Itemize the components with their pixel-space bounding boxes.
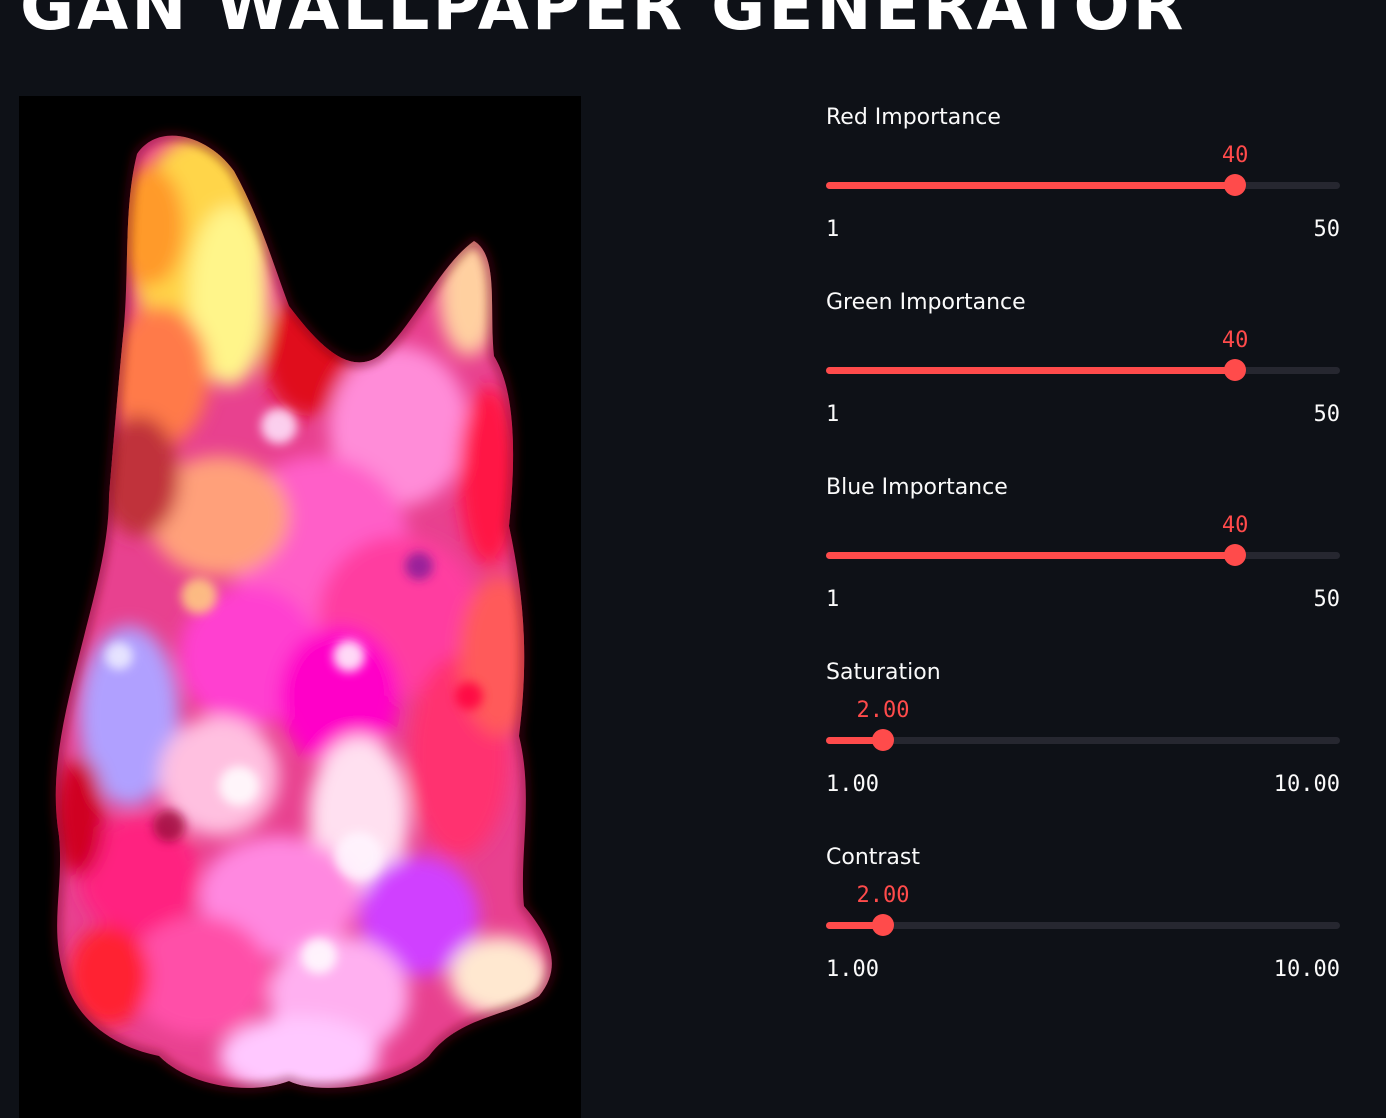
slider-max-label: 10.00	[1273, 957, 1340, 982]
slider-panel: Red Importance 40 1 50 Green Importance …	[826, 100, 1340, 1025]
saturation-slider[interactable]: Saturation 2.00 1.00 10.00	[826, 655, 1340, 840]
slider-current-value: 2.00	[856, 698, 910, 723]
slider-current-value: 2.00	[856, 883, 910, 908]
slider-label: Red Importance	[826, 105, 1001, 130]
green-importance-slider[interactable]: Green Importance 40 1 50	[826, 285, 1340, 470]
slider-max-label: 50	[1313, 587, 1341, 612]
slider-min-label: 1.00	[826, 957, 879, 982]
slider-min-label: 1.00	[826, 772, 879, 797]
slider-fill	[826, 182, 1236, 189]
slider-track[interactable]	[826, 182, 1340, 189]
slider-label: Saturation	[826, 660, 941, 685]
slider-current-value: 40	[1221, 328, 1249, 353]
slider-min-label: 1	[826, 402, 840, 427]
slider-track[interactable]	[826, 922, 1340, 929]
contrast-slider[interactable]: Contrast 2.00 1.00 10.00	[826, 840, 1340, 1025]
slider-min-label: 1	[826, 217, 840, 242]
slider-current-value: 40	[1221, 143, 1249, 168]
slider-max-label: 50	[1313, 402, 1341, 427]
slider-fill	[826, 367, 1236, 374]
slider-label: Contrast	[826, 845, 921, 870]
slider-max-label: 10.00	[1273, 772, 1340, 797]
slider-thumb[interactable]	[872, 729, 895, 751]
slider-thumb[interactable]	[1224, 544, 1247, 566]
blue-importance-slider[interactable]: Blue Importance 40 1 50	[826, 470, 1340, 655]
slider-thumb[interactable]	[1224, 174, 1247, 196]
slider-max-label: 50	[1313, 217, 1341, 242]
app-title: GAN WALLPAPER GENERATOR	[20, 0, 1187, 45]
slider-current-value: 40	[1221, 513, 1249, 538]
red-importance-slider[interactable]: Red Importance 40 1 50	[826, 100, 1340, 285]
slider-fill	[826, 552, 1236, 559]
slider-thumb[interactable]	[1224, 359, 1247, 381]
slider-label: Blue Importance	[826, 475, 1008, 500]
slider-thumb[interactable]	[872, 914, 895, 936]
slider-track[interactable]	[826, 552, 1340, 559]
slider-track[interactable]	[826, 367, 1340, 374]
generated-wallpaper-art	[52, 132, 555, 1091]
slider-min-label: 1	[826, 587, 840, 612]
slider-track[interactable]	[826, 737, 1340, 744]
generated-wallpaper-image	[19, 96, 581, 1118]
slider-label: Green Importance	[826, 290, 1026, 315]
